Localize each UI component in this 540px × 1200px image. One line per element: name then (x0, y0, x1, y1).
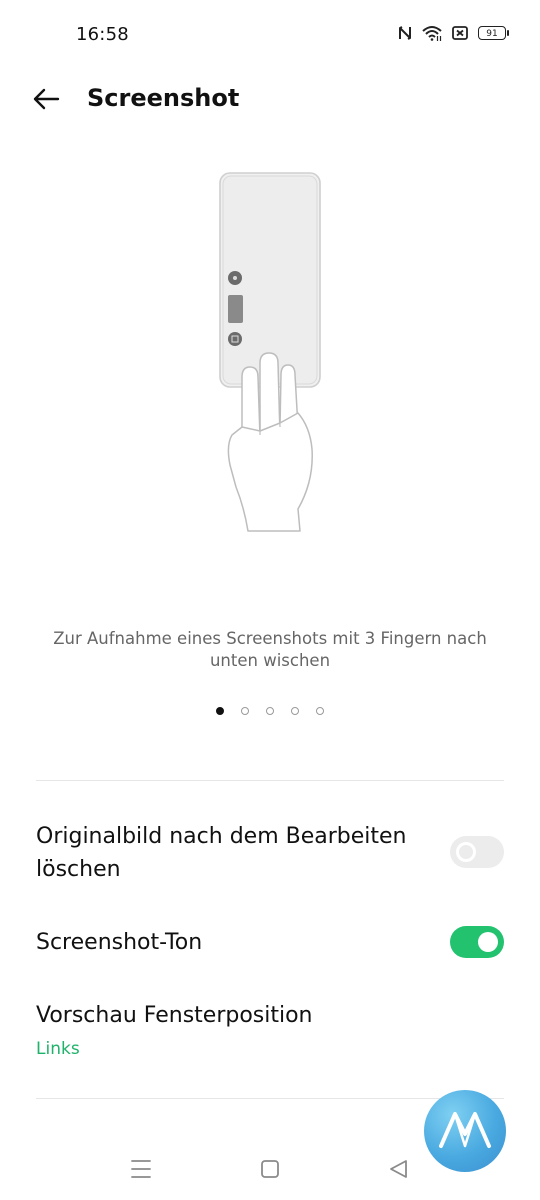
menu-button[interactable] (128, 1156, 154, 1182)
status-bar: 16:58 91 (0, 0, 540, 70)
home-icon (257, 1160, 283, 1186)
setting-delete-original-label: Originalbild nach dem Bearbeiten löschen (36, 824, 407, 882)
page-dot-3[interactable] (266, 707, 274, 715)
pagination-dots (0, 707, 540, 715)
back-button[interactable] (26, 80, 66, 120)
setting-delete-original[interactable]: Originalbild nach dem Bearbeiten löschen (0, 812, 540, 896)
setting-preview-position-value: Links (36, 1039, 80, 1059)
wifi-icon (422, 25, 442, 41)
status-time: 16:58 (76, 24, 129, 45)
tutorial-caption: Zur Aufnahme eines Screenshots mit 3 Fin… (53, 629, 487, 670)
app-header: Screenshot (0, 72, 540, 128)
setting-preview-position-label: Vorschau Fensterposition (36, 1003, 313, 1028)
setting-preview-position[interactable]: Vorschau Fensterposition Links (0, 990, 540, 1070)
section-divider (36, 780, 504, 781)
three-finger-swipe-illustration (170, 165, 370, 545)
setting-screenshot-sound[interactable]: Screenshot-Ton (0, 910, 540, 974)
status-icons: 91 (398, 25, 509, 41)
battery-icon: 91 (478, 26, 509, 40)
back-triangle-icon (386, 1160, 412, 1186)
menu-icon (128, 1160, 154, 1186)
nfc-icon (398, 25, 412, 41)
no-sim-icon (452, 26, 468, 40)
section-divider (36, 1098, 504, 1099)
home-button[interactable] (257, 1156, 283, 1182)
page-dot-2[interactable] (241, 707, 249, 715)
screenshot-sound-toggle[interactable] (450, 926, 504, 958)
watermark-logo-icon (424, 1090, 506, 1172)
page-dot-4[interactable] (291, 707, 299, 715)
toggle-knob (478, 932, 498, 952)
toggle-knob (456, 842, 476, 862)
setting-screenshot-sound-label: Screenshot-Ton (36, 930, 203, 955)
page-title: Screenshot (87, 84, 240, 112)
delete-original-toggle[interactable] (450, 836, 504, 868)
page-dot-5[interactable] (316, 707, 324, 715)
page-dot-1[interactable] (216, 707, 224, 715)
back-nav-button[interactable] (386, 1156, 412, 1182)
